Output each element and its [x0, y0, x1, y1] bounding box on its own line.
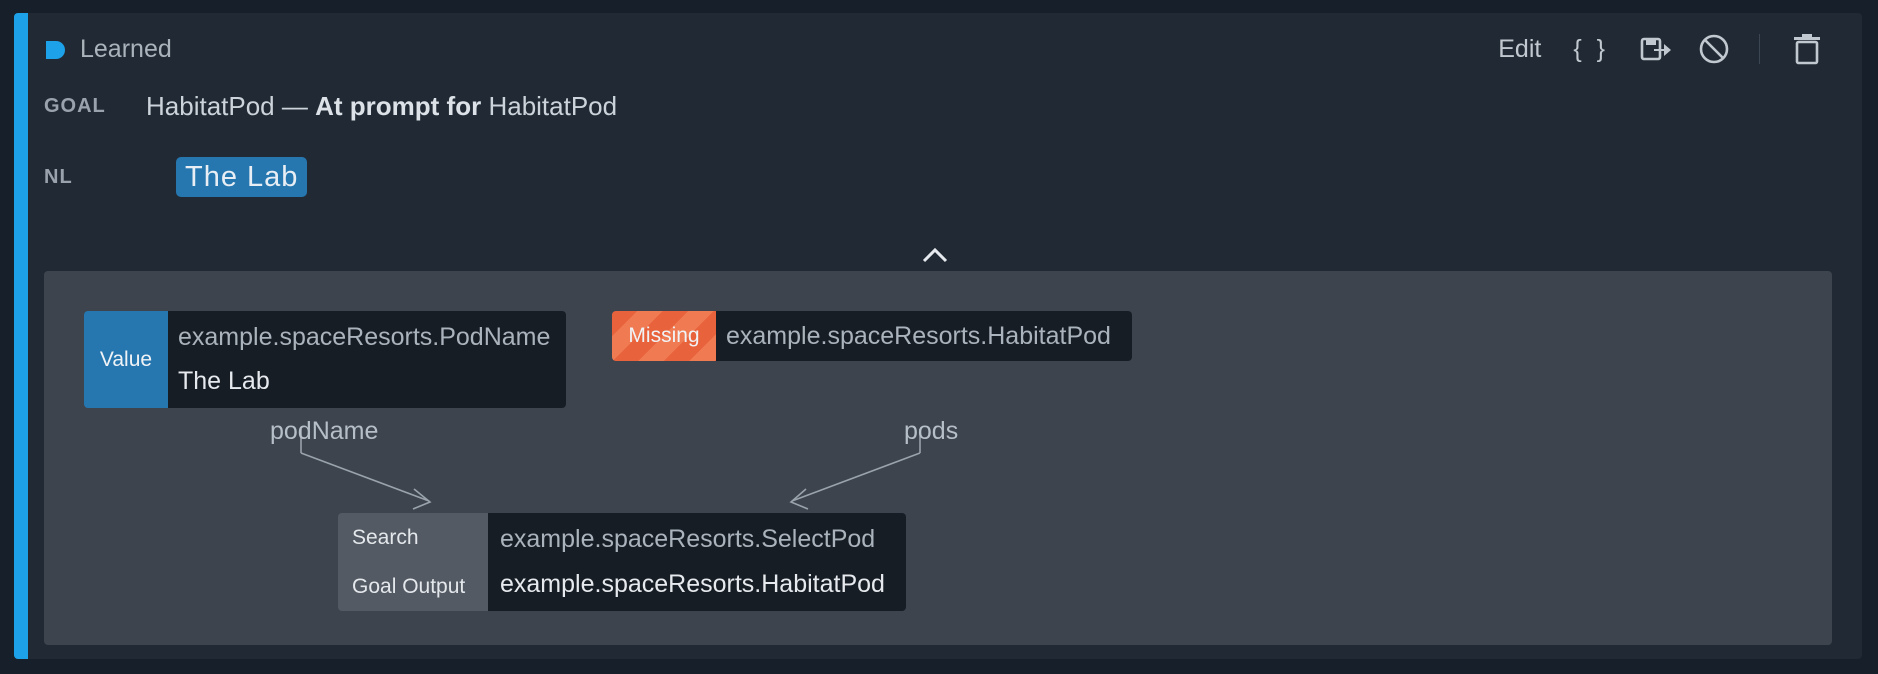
graph-edges	[300, 429, 921, 510]
goal-prompt-label: At prompt for	[315, 91, 482, 121]
card-accent-bar	[14, 13, 28, 659]
search-value: example.spaceResorts.SelectPod	[500, 525, 876, 553]
graph-panel: Value example.spaceResorts.PodName The L…	[44, 271, 1832, 645]
trash-icon	[1794, 34, 1820, 65]
search-node-body: example.spaceResorts.SelectPod example.s…	[488, 513, 906, 611]
goal-output-value: example.spaceResorts.HabitatPod	[500, 570, 885, 598]
goal-type-name: HabitatPod	[146, 91, 275, 121]
learned-card: Learned Edit { } GOAL HabitatPod — At pr…	[14, 13, 1862, 659]
goal-prompt-target: HabitatPod	[488, 91, 618, 121]
edge-line-podname-diag	[300, 452, 430, 502]
goal-dash: —	[281, 91, 308, 121]
delete-button[interactable]	[1790, 32, 1824, 66]
edge-label-pods: pods	[904, 417, 959, 445]
search-node-labels: Search Goal Output	[338, 513, 488, 611]
search-label: Search	[352, 525, 419, 549]
learned-badge-icon	[46, 41, 65, 59]
edge-line-pods-diag	[791, 452, 921, 502]
edit-button[interactable]: Edit	[1498, 35, 1541, 64]
toolbar-divider	[1759, 34, 1760, 64]
card-toolbar: Edit { }	[1498, 31, 1824, 67]
nl-label: NL	[44, 166, 73, 188]
edge-label-podname: podName	[270, 417, 379, 445]
export-icon	[1640, 37, 1671, 61]
chevron-up-icon[interactable]	[920, 241, 950, 269]
disable-icon	[1699, 34, 1729, 64]
card-title: Learned	[80, 35, 172, 63]
goal-description: HabitatPod — At prompt for HabitatPod	[146, 91, 617, 122]
export-button[interactable]	[1639, 32, 1673, 66]
search-node[interactable]: Search Goal Output example.spaceResorts.…	[338, 513, 906, 611]
goal-output-label: Goal Output	[352, 574, 466, 598]
json-view-button[interactable]: { }	[1573, 35, 1609, 64]
nl-value-chip[interactable]: The Lab	[176, 157, 308, 197]
goal-label: GOAL	[44, 95, 106, 117]
disable-button[interactable]	[1697, 32, 1731, 66]
